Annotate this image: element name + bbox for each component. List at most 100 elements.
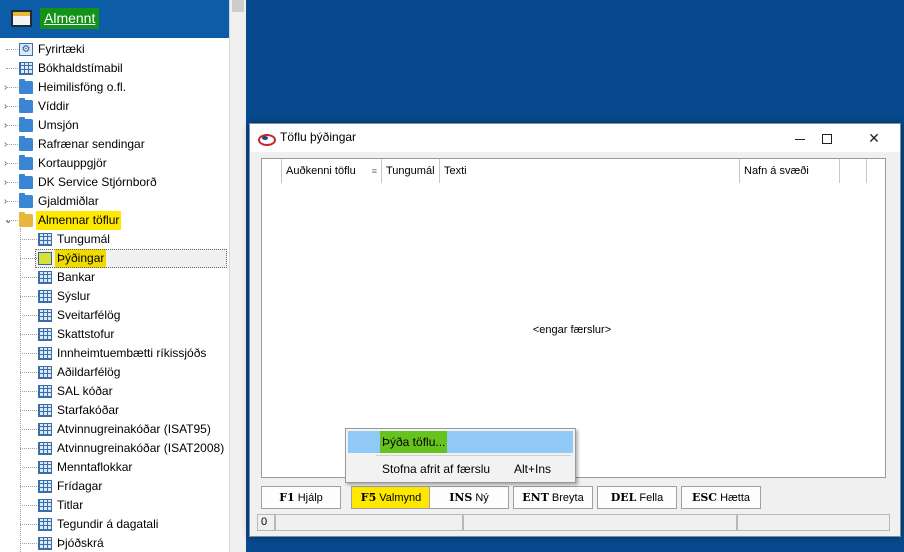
table-icon — [38, 385, 52, 398]
tree-item[interactable]: › Heimilisföng o.fl. — [0, 78, 229, 97]
tree-item-label: Fyrirtæki — [38, 42, 85, 56]
tree-item[interactable]: Skattstofur — [0, 325, 229, 344]
tree-item[interactable]: ⚙ Fyrirtæki — [0, 40, 229, 59]
tree-item[interactable]: › Rafrænar sendingar — [0, 135, 229, 154]
tree-item[interactable]: › Gjaldmiðlar — [0, 192, 229, 211]
table-icon — [38, 366, 52, 379]
nav-scrollbar[interactable] — [229, 0, 246, 552]
tree-item[interactable]: Titlar — [0, 496, 229, 515]
tree-connector — [20, 334, 37, 335]
tree-item-label: SAL kóðar — [57, 384, 113, 398]
column-header-table-id[interactable]: Auðkenni töflu ≡ — [282, 159, 382, 183]
tree-item[interactable]: Bókhaldstímabil — [0, 59, 229, 78]
maximize-icon — [822, 134, 832, 145]
tree-item[interactable]: Starfakóðar — [0, 401, 229, 420]
tree-item-label: Rafrænar sendingar — [38, 137, 145, 151]
tree-item-label: Almennar töflur — [36, 211, 122, 230]
gear-icon: ⚙ — [19, 43, 33, 56]
tree-item[interactable]: Innheimtuembætti ríkissjóðs — [0, 344, 229, 363]
sort-ascending-icon: ≡ — [371, 166, 377, 176]
tree-item-label: Þjóðskrá — [57, 536, 104, 550]
table-icon — [38, 537, 52, 550]
table-icon — [38, 290, 52, 303]
function-key-bar: F1 Hjálp F5 Valmynd INS Ný ENT Breyta DEL Fel… — [261, 486, 886, 510]
tree-connector — [20, 353, 37, 354]
nav-header: Almennt — [0, 0, 229, 38]
tree-item-label: Umsjón — [38, 118, 79, 132]
folder-icon — [19, 117, 33, 132]
column-header-text[interactable]: Texti — [440, 159, 740, 183]
tree-item[interactable]: Þýðingar — [0, 249, 229, 268]
scrollbar-thumb[interactable] — [232, 0, 244, 12]
folder-icon — [19, 136, 33, 151]
table-icon — [38, 404, 52, 417]
tree-connector — [20, 315, 37, 316]
tree-item[interactable]: Tegundir á dagatali — [0, 515, 229, 534]
tree-item-label: Starfakóðar — [57, 403, 120, 417]
tree-item[interactable]: Aðildarfélög — [0, 363, 229, 382]
tree-item[interactable]: Bankar — [0, 268, 229, 287]
menu-item-copy-record[interactable]: Stofna afrit af færslu Alt+Ins — [348, 458, 573, 480]
context-menu: Þýða töflu... Stofna afrit af færslu Alt… — [345, 428, 576, 483]
menu-shortcut: Alt+Ins — [514, 462, 552, 476]
table-icon — [38, 328, 52, 341]
tree-item-label: Atvinnugreinakóðar (ISAT2008) — [57, 441, 225, 455]
tree-connector — [20, 277, 37, 278]
tree-item-label: Menntaflokkar — [57, 460, 133, 474]
tree-item[interactable]: › Umsjón — [0, 116, 229, 135]
tree-item[interactable]: Atvinnugreinakóðar (ISAT95) — [0, 420, 229, 439]
tree-item[interactable]: Tungumál — [0, 230, 229, 249]
tree-connector — [20, 486, 37, 487]
tree-item-label: Kortauppgjör — [38, 156, 107, 170]
tree-connector — [6, 220, 18, 221]
navigation-panel: Almennt ⚙ Fyrirtæki Bókhaldstímabil › Heimil… — [0, 0, 230, 552]
close-button[interactable]: ✕ — [847, 124, 901, 152]
empty-records-text: <engar færslur> — [532, 324, 612, 336]
tree-item[interactable]: Atvinnugreinakóðar (ISAT2008) — [0, 439, 229, 458]
window-icon — [11, 10, 32, 27]
table-icon — [38, 461, 52, 474]
tree-item[interactable]: SAL kóðar — [0, 382, 229, 401]
menu-item-translate-table[interactable]: Þýða töflu... — [348, 431, 573, 453]
tree-item[interactable]: Sýslur — [0, 287, 229, 306]
column-header-language[interactable]: Tungumál — [382, 159, 440, 183]
tree-item[interactable]: › Kortauppgjör — [0, 154, 229, 173]
tree-item[interactable]: › Víddir — [0, 97, 229, 116]
tree-connector — [6, 182, 18, 183]
dialog-titlebar[interactable]: Töflu þýðingar ✕ — [250, 124, 900, 152]
app-logo-icon — [258, 132, 276, 146]
tree-item-label: Titlar — [57, 498, 84, 512]
edit-button[interactable]: ENT Breyta — [513, 486, 593, 509]
tree-item[interactable]: Sveitarfélög — [0, 306, 229, 325]
exit-button[interactable]: ESC Hætta — [681, 486, 761, 509]
tree-connector — [20, 391, 37, 392]
delete-button[interactable]: DEL Fella — [597, 486, 677, 509]
tree-connector — [6, 106, 18, 107]
maximize-button[interactable] — [800, 124, 854, 152]
column-header-field-name[interactable]: Nafn á svæði — [740, 159, 840, 183]
tree-item[interactable]: › DK Service Stjórnborð — [0, 173, 229, 192]
tree-connector — [20, 467, 37, 468]
tree-item[interactable]: Þjóðskrá — [0, 534, 229, 552]
tree-item-label: Gjaldmiðlar — [38, 194, 99, 208]
menu-button[interactable]: F5 Valmynd — [351, 486, 431, 509]
table-icon — [38, 518, 52, 531]
nav-title[interactable]: Almennt — [40, 8, 100, 29]
tree-connector — [6, 125, 18, 126]
help-button[interactable]: F1 Hjálp — [261, 486, 341, 509]
folder-icon — [19, 174, 33, 189]
tree-connector — [6, 144, 18, 145]
tree-item-label: Heimilisföng o.fl. — [38, 80, 127, 94]
table-icon — [38, 233, 52, 246]
table-icon — [38, 442, 52, 455]
tree-item[interactable]: ⌄ Almennar töflur — [0, 211, 229, 230]
new-button[interactable]: INS Ný — [429, 486, 509, 509]
tree-connector — [20, 448, 37, 449]
table-icon — [38, 480, 52, 493]
tree-item[interactable]: Frídagar — [0, 477, 229, 496]
tree-connector — [20, 505, 37, 506]
table-icon — [38, 309, 52, 322]
tree-item[interactable]: Menntaflokkar — [0, 458, 229, 477]
grid-header-indicator — [262, 159, 282, 183]
tree-item-label: Innheimtuembætti ríkissjóðs — [57, 346, 207, 360]
